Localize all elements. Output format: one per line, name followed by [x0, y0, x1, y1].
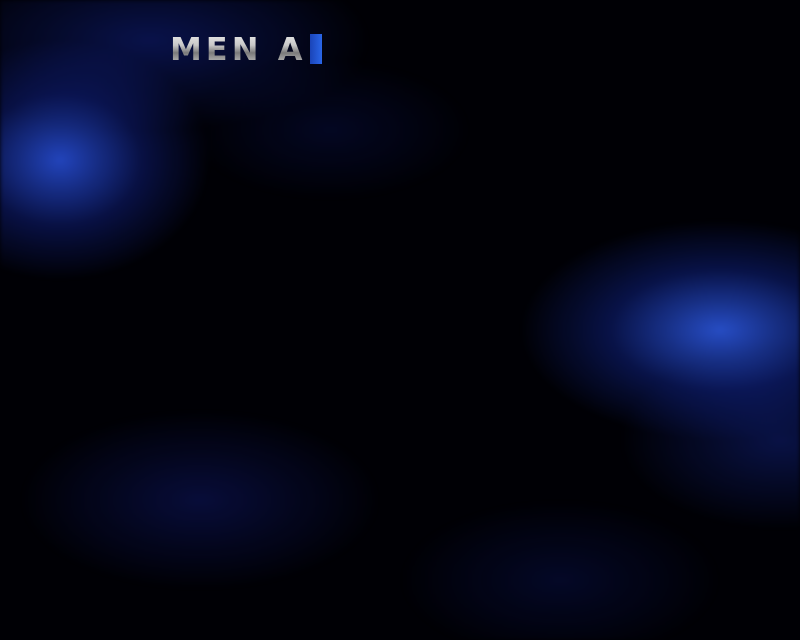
menu-title: MEN A: [170, 30, 306, 68]
nebula-background: [0, 0, 800, 640]
menu-screen: MEN A: [0, 0, 800, 640]
title-row: MEN A: [0, 0, 800, 68]
text-cursor: [310, 34, 322, 64]
